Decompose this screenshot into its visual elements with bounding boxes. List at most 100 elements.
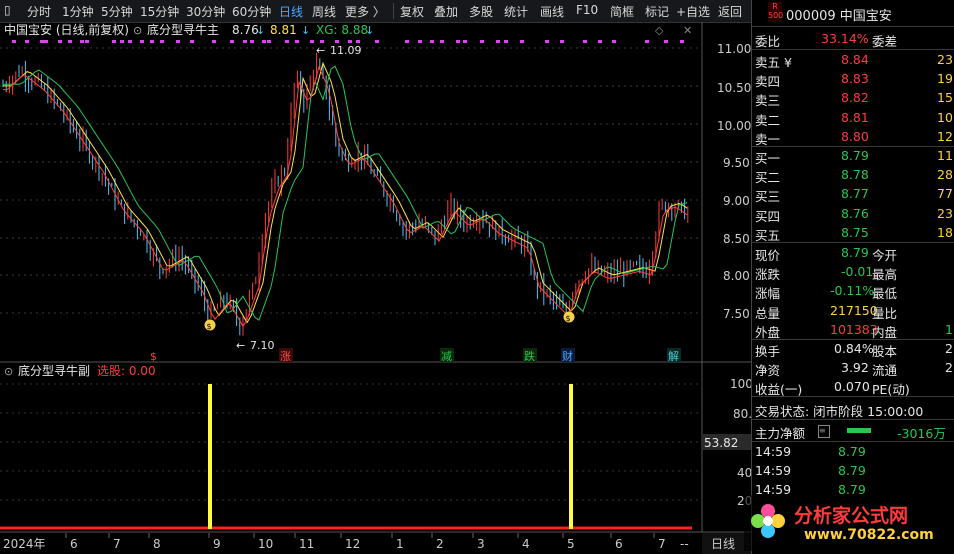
high-arrow-icon: ← — [316, 44, 325, 57]
svg-text:53.82: 53.82 — [704, 436, 738, 450]
svg-text:11.00: 11.00 — [717, 42, 751, 56]
btn-add-watchlist[interactable]: +自选 — [676, 3, 710, 20]
month-label: 9 — [213, 537, 221, 551]
month-label: 2024年 — [3, 537, 46, 551]
buy-row: 买一 8.79 11 — [755, 148, 953, 166]
watermark: 分析家公式网 www.70822.com — [744, 495, 954, 551]
stat-row: 涨幅 -0.11% 最低 — [755, 283, 898, 302]
code-name: 000009 中国宝安 — [786, 9, 892, 24]
signal-bar-2 — [569, 384, 573, 529]
signal-dot — [128, 40, 132, 43]
sell-row: 卖二 8.81 10 — [755, 109, 953, 128]
month-label: 7 — [658, 537, 666, 551]
signal-dot — [140, 40, 144, 43]
signal-dot — [664, 40, 668, 43]
tab-daily[interactable]: 日线 — [279, 3, 303, 20]
signal-dot — [25, 40, 29, 43]
month-label: 4 — [522, 537, 530, 551]
btn-jiankuang[interactable]: 简框 — [610, 3, 634, 20]
signal-dot — [12, 40, 16, 43]
signal-dot — [440, 40, 444, 43]
signal-dot — [545, 40, 549, 43]
signal-dot — [680, 40, 684, 43]
tab-more[interactable]: 更多 〉 — [345, 3, 385, 20]
svg-text:10.50: 10.50 — [717, 81, 751, 95]
ma-red — [3, 65, 688, 328]
month-label: 3 — [477, 537, 485, 551]
signal-dot — [250, 40, 254, 43]
signal-dot — [598, 40, 602, 43]
signal-dot — [44, 40, 48, 43]
signal-dot — [85, 40, 89, 43]
signal-dot — [612, 40, 616, 43]
signal-dot — [496, 40, 500, 43]
buy-row: 买二 8.78 28 — [755, 167, 953, 186]
flow-bar — [847, 428, 871, 433]
marker-jie: 解 — [668, 349, 679, 363]
sub-axis: 100.00 80.00 53.82 40.00 20.00 — [702, 377, 751, 508]
diamond-icon[interactable]: ◇ — [655, 24, 664, 37]
btn-duogu[interactable]: 多股 — [469, 3, 493, 20]
signal-dot — [230, 40, 234, 43]
month-label: 11 — [299, 537, 314, 551]
tab-30min[interactable]: 30分钟 — [186, 3, 225, 20]
time-axis: 2024年 6 7 8 9 10 11 12 1 2 3 4 5 6 7 -- — [3, 533, 689, 551]
btn-back[interactable]: 返回 — [718, 3, 742, 20]
signal-dot — [583, 40, 587, 43]
signal-dot — [262, 40, 266, 43]
note-icon: ≡ — [818, 425, 830, 438]
stat2-row: 净资 3.92 流通 2 — [755, 360, 953, 379]
kline-chart[interactable]: 中国宝安 (日线,前复权) ⊙ 底分型寻牛主 8.76 ↓ 8.81 ↓ XG:… — [0, 22, 751, 554]
signal-dot — [160, 40, 164, 43]
signal-bar — [208, 384, 212, 529]
stat-row: 涨跌 -0.01 最高 — [755, 264, 898, 283]
tab-60min[interactable]: 60分钟 — [232, 3, 271, 20]
arrow-down-icon-2: ↓ — [301, 24, 310, 37]
signal-dot — [418, 40, 422, 43]
btn-f10[interactable]: F10 — [576, 3, 598, 17]
select-label: 选股: 0.00 — [97, 364, 156, 378]
month-label: 1 — [396, 537, 404, 551]
trade-status: 交易状态: 闭市阶段 15:00:00 — [755, 404, 924, 419]
tab-fenshi[interactable]: 分时 — [27, 3, 51, 20]
tab-weekly[interactable]: 周线 — [312, 3, 336, 20]
tab-1min[interactable]: 1分钟 — [62, 3, 94, 20]
tab-5min[interactable]: 5分钟 — [101, 3, 133, 20]
ma-yellow — [3, 61, 688, 324]
signal-dot — [520, 40, 524, 43]
close-icon[interactable]: ✕ — [683, 24, 692, 37]
signal-dot — [348, 40, 352, 43]
marker-cai: 财 — [562, 349, 573, 363]
period-button[interactable]: 日线 — [711, 537, 735, 551]
month-label: -- — [680, 537, 689, 551]
net-flow-row: 主力净额 ≡ -3016万 — [755, 425, 946, 441]
signal-dots — [12, 40, 684, 43]
low-label: 7.10 — [250, 339, 275, 352]
btn-fuquan[interactable]: 复权 — [400, 3, 424, 20]
tab-15min[interactable]: 15分钟 — [140, 3, 179, 20]
indicator-collapse-icon[interactable]: ⊙ — [133, 24, 142, 37]
btn-diejia[interactable]: 叠加 — [434, 3, 458, 20]
svg-text:100.00: 100.00 — [730, 377, 751, 391]
signal-dot — [80, 40, 84, 43]
signal-dot — [310, 40, 314, 43]
month-label: 6 — [615, 537, 623, 551]
second-value: 8.81 — [270, 23, 297, 37]
low-arrow-icon: ← — [236, 339, 245, 352]
signal-dot — [112, 40, 116, 43]
indicator-name: 底分型寻牛主 — [147, 22, 219, 37]
btn-tongji[interactable]: 统计 — [504, 3, 528, 20]
signal-dot — [560, 40, 564, 43]
weibi-row: 委比 33.14% 委差 — [755, 31, 898, 49]
btn-huaxian[interactable]: 画线 — [540, 3, 564, 20]
signal-dot — [405, 40, 409, 43]
sub-collapse-icon[interactable]: ⊙ — [4, 365, 13, 378]
btn-biaoji[interactable]: 标记 — [645, 3, 669, 20]
signal-dot — [480, 40, 484, 43]
svg-text:40.00: 40.00 — [737, 466, 751, 480]
toolbar-menu-icon[interactable]: ▯ — [4, 3, 11, 17]
signal-dot — [40, 40, 44, 43]
month-label: 6 — [70, 537, 78, 551]
svg-text:9.50: 9.50 — [723, 156, 750, 170]
marker-zhang: 涨 — [280, 350, 291, 363]
